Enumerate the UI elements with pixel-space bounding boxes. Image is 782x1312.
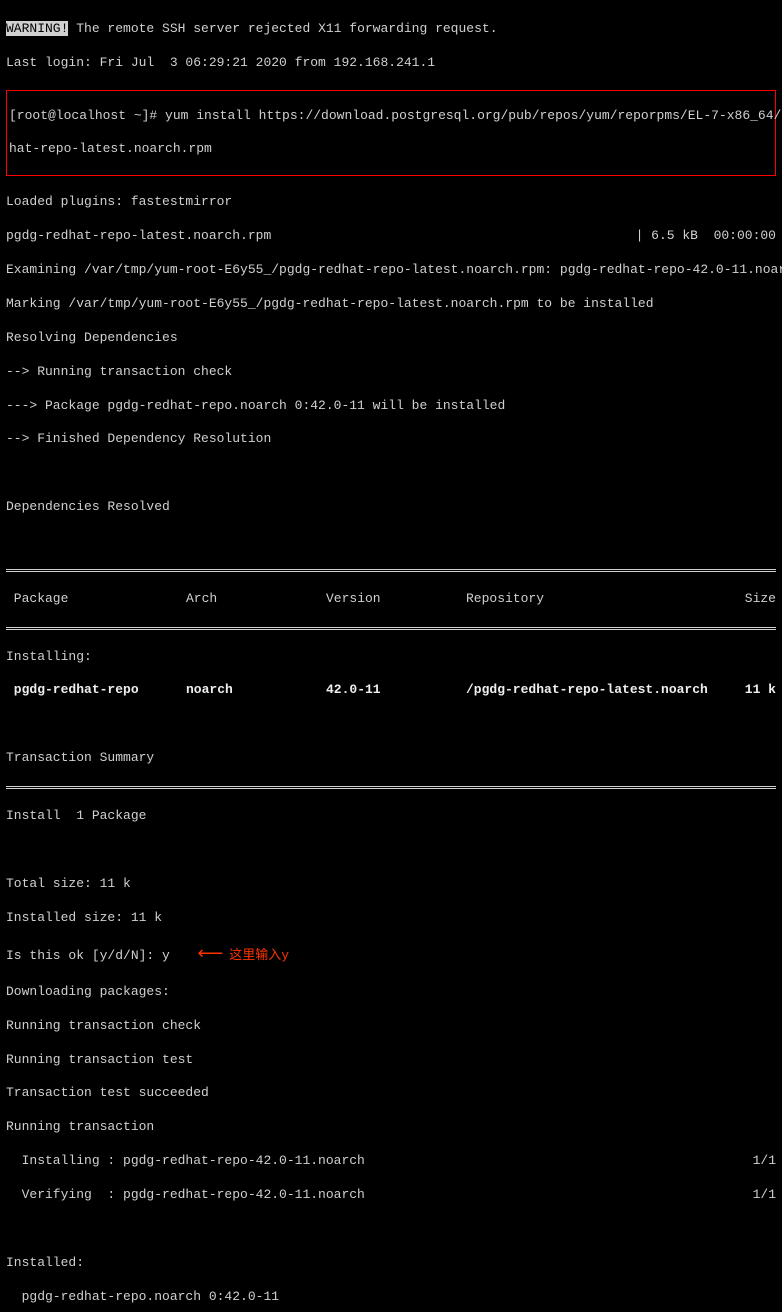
loaded-plugins: Loaded plugins: fastestmirror xyxy=(6,194,776,211)
col-repository: Repository xyxy=(466,591,726,608)
deps-resolved: Dependencies Resolved xyxy=(6,499,776,516)
arrow-icon: ⟵ xyxy=(176,945,223,965)
warning-label: WARNING! xyxy=(6,21,68,36)
command-text-1: yum install https://download.postgresql.… xyxy=(165,108,782,123)
finished-line: --> Finished Dependency Resolution xyxy=(6,431,776,448)
installing-step: Installing : pgdg-redhat-repo-42.0-11.no… xyxy=(6,1153,776,1170)
table-row: pgdg-redhat-repo noarch 42.0-11 /pgdg-re… xyxy=(6,682,776,699)
resolving-line: Resolving Dependencies xyxy=(6,330,776,347)
install-count: Install 1 Package xyxy=(6,808,776,825)
col-arch: Arch xyxy=(186,591,326,608)
terminal-output: WARNING! The remote SSH server rejected … xyxy=(0,0,782,1312)
pkg-arch: noarch xyxy=(186,682,326,699)
table-top-rule xyxy=(6,569,776,572)
pkg-size: 11 k xyxy=(726,682,776,699)
installed-header: Installed: xyxy=(6,1255,776,1272)
pkg-install-line: ---> Package pgdg-redhat-repo.noarch 0:4… xyxy=(6,398,776,415)
check-line: --> Running transaction check xyxy=(6,364,776,381)
highlighted-command: [root@localhost ~]# yum install https://… xyxy=(6,90,776,177)
col-version: Version xyxy=(326,591,466,608)
confirm-line: Is this ok [y/d/N]: y ⟵ 这里输入y xyxy=(6,944,776,967)
test-succeeded: Transaction test succeeded xyxy=(6,1085,776,1102)
table-header: Package Arch Version Repository Size xyxy=(6,591,776,608)
table-header-rule xyxy=(6,627,776,630)
confirm-prompt: Is this ok [y/d/N]: xyxy=(6,948,162,963)
downloading: Downloading packages: xyxy=(6,984,776,1001)
summary-rule xyxy=(6,786,776,789)
verifying-step: Verifying : pgdg-redhat-repo-42.0-11.noa… xyxy=(6,1187,776,1204)
col-package: Package xyxy=(6,591,186,608)
txn-summary: Transaction Summary xyxy=(6,750,776,767)
running-txn: Running transaction xyxy=(6,1119,776,1136)
col-size: Size xyxy=(726,591,776,608)
prompt: [root@localhost ~]# xyxy=(9,108,165,123)
rpm-download: pgdg-redhat-repo-latest.noarch.rpm| 6.5 … xyxy=(6,228,776,245)
run-test: Running transaction test xyxy=(6,1052,776,1069)
confirm-input[interactable]: y xyxy=(162,948,170,963)
installed-size: Installed size: 11 k xyxy=(6,910,776,927)
examining-line: Examining /var/tmp/yum-root-E6y55_/pgdg-… xyxy=(6,262,776,279)
annotation-text: 这里输入y xyxy=(229,948,289,963)
warning-text: The remote SSH server rejected X11 forwa… xyxy=(68,21,497,36)
command-text-2: hat-repo-latest.noarch.rpm xyxy=(9,141,773,158)
marking-line: Marking /var/tmp/yum-root-E6y55_/pgdg-re… xyxy=(6,296,776,313)
installing-header: Installing: xyxy=(6,649,776,666)
warning-line: WARNING! The remote SSH server rejected … xyxy=(6,21,776,38)
total-size: Total size: 11 k xyxy=(6,876,776,893)
installed-pkg: pgdg-redhat-repo.noarch 0:42.0-11 xyxy=(6,1289,776,1306)
last-login: Last login: Fri Jul 3 06:29:21 2020 from… xyxy=(6,55,776,72)
pkg-name: pgdg-redhat-repo xyxy=(6,682,186,699)
pkg-version: 42.0-11 xyxy=(326,682,466,699)
run-check: Running transaction check xyxy=(6,1018,776,1035)
pkg-repo: /pgdg-redhat-repo-latest.noarch xyxy=(466,682,726,699)
